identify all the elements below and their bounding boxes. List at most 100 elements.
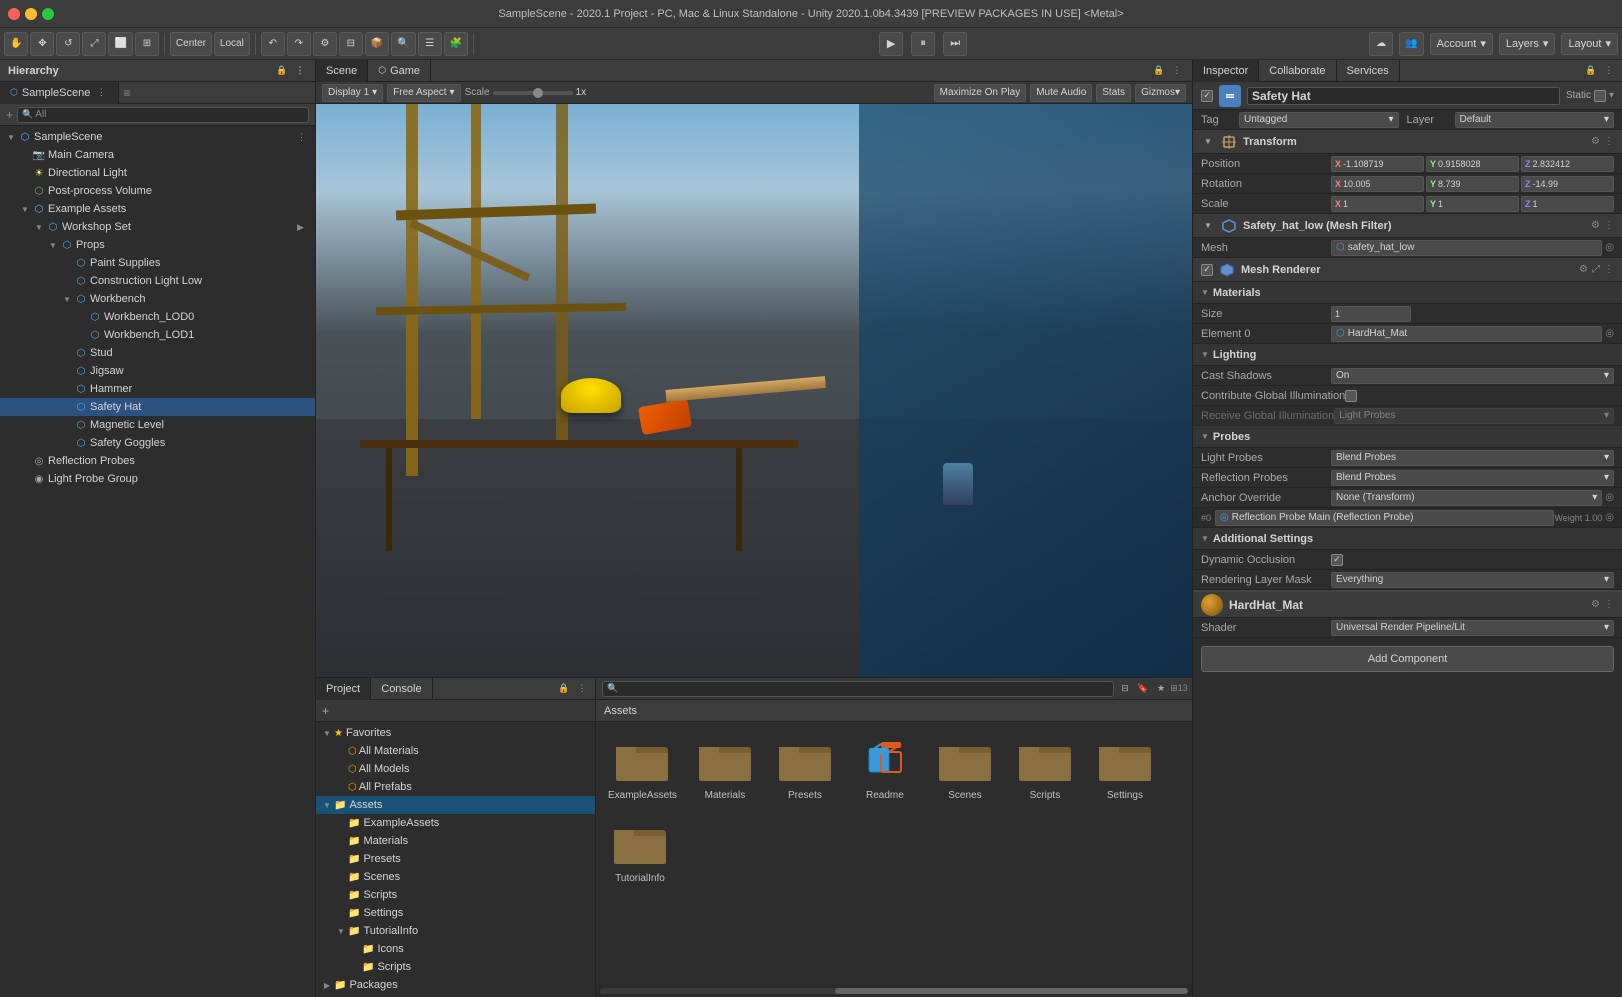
proj-icons[interactable]: 📁 Icons [316, 940, 595, 958]
hardhat-settings-icon[interactable]: ⚙ [1591, 599, 1600, 610]
settings-btn[interactable]: ⚙ [313, 32, 337, 56]
element0-field[interactable]: ⬡ HardHat_Mat [1331, 326, 1602, 342]
arrow-favorites[interactable]: ▼ [320, 729, 334, 738]
inspector-tab-collaborate[interactable]: Collaborate [1259, 60, 1336, 82]
anchor-override-dropdown[interactable]: None (Transform) ▾ [1331, 490, 1602, 506]
search-btn[interactable]: 🔍 [391, 32, 415, 56]
tree-item-workbench-lod0[interactable]: ⬡ Workbench_LOD0 [0, 308, 315, 326]
scrollbar-thumb[interactable] [835, 988, 1188, 994]
rotate-tool[interactable]: ↺ [56, 32, 80, 56]
shader-dropdown[interactable]: Universal Render Pipeline/Lit ▾ [1331, 620, 1614, 636]
lighting-section[interactable]: ▼ Lighting [1193, 344, 1622, 366]
scene-tab-active[interactable]: ⬡ SampleScene ⋮ [0, 82, 119, 104]
scale-track[interactable] [493, 91, 573, 95]
tree-item-construction-light[interactable]: ⬡ Construction Light Low [0, 272, 315, 290]
arrow-packages[interactable]: ▶ [320, 981, 334, 990]
layers-dropdown[interactable]: Layers ▾ [1499, 33, 1556, 55]
project-tree[interactable]: ▼ ★ Favorites ⬡ All Materials ⬡ All Mode… [316, 722, 595, 997]
scale-thumb[interactable] [533, 88, 543, 98]
scrollbar-track[interactable] [600, 988, 1188, 994]
scale-z-field[interactable]: Z 1 [1521, 196, 1614, 212]
rot-z-field[interactable]: Z -14.99 [1521, 176, 1614, 192]
asset-scenes[interactable]: Scenes [929, 730, 1001, 805]
step-button[interactable]: ⏭ [943, 32, 967, 56]
pivot-btn[interactable]: Center [170, 32, 212, 56]
assets-star-btn[interactable]: ★ [1154, 682, 1168, 696]
hardhat-menu-icon[interactable]: ⋮ [1604, 599, 1614, 610]
assets-grid[interactable]: ExampleAssets Materials [596, 722, 1192, 985]
static-arrow[interactable]: ▾ [1609, 90, 1614, 101]
object-name-input[interactable] [1247, 87, 1560, 105]
asset-readme[interactable]: Readme [849, 730, 921, 805]
inspector-tab-services[interactable]: Services [1337, 60, 1400, 82]
proj-tutorialinfo[interactable]: ▼ 📁 TutorialInfo [316, 922, 595, 940]
rot-y-field[interactable]: Y 8.739 [1426, 176, 1519, 192]
tree-item-jigsaw[interactable]: ⬡ Jigsaw [0, 362, 315, 380]
mesh-filter-settings-icon[interactable]: ⚙ [1591, 220, 1600, 231]
tree-item-safety-goggles[interactable]: ⬡ Safety Goggles [0, 434, 315, 452]
proj-materials[interactable]: 📁 Materials [316, 832, 595, 850]
rot-x-field[interactable]: X 10.005 [1331, 176, 1424, 192]
scale-y-field[interactable]: Y 1 [1426, 196, 1519, 212]
layers-shortcut[interactable]: ☰ [418, 32, 442, 56]
tree-item-samplescene[interactable]: ▼ ⬡ SampleScene ⋮ [0, 128, 315, 146]
scene-options[interactable]: ⋮ [94, 86, 108, 100]
arrow-props[interactable]: ▼ [46, 236, 60, 254]
fullscreen-btn[interactable] [42, 8, 54, 20]
account-dropdown[interactable]: Account ▾ [1430, 33, 1493, 55]
receive-gi-dropdown[interactable]: Light Probes ▾ [1334, 408, 1614, 424]
more-workshop-set[interactable]: ▶ [297, 222, 311, 233]
mesh-value-field[interactable]: ⬡ safety_hat_low [1331, 240, 1602, 256]
tree-item-hammer[interactable]: ⬡ Hammer [0, 380, 315, 398]
hierarchy-add[interactable]: + [6, 108, 13, 122]
cloud-btn[interactable]: ☁ [1369, 32, 1393, 56]
mesh-renderer-expand-icon[interactable]: ⤢ [1592, 264, 1600, 275]
inspector-lock[interactable]: 🔒 [1584, 64, 1598, 78]
game-view-tab[interactable]: ⬡ Game [368, 60, 431, 82]
tree-item-directional-light[interactable]: ☀ Directional Light [0, 164, 315, 182]
transform-settings-icon[interactable]: ⚙ [1591, 136, 1600, 147]
scene-viewport[interactable] [316, 104, 1192, 677]
asset-tutorialinfo[interactable]: TutorialInfo [604, 813, 676, 888]
rendering-layer-dropdown[interactable]: Everything ▾ [1331, 572, 1614, 588]
mesh-renderer-checkbox[interactable]: ✓ [1201, 264, 1213, 276]
asset-example-assets[interactable]: ExampleAssets [604, 730, 681, 805]
arrow-example-assets[interactable]: ▼ [18, 200, 32, 218]
viewport-lock[interactable]: 🔒 [1152, 64, 1166, 78]
maximize-on-play[interactable]: Maximize On Play [934, 84, 1027, 102]
tag-dropdown[interactable]: Untagged ▾ [1239, 112, 1399, 128]
proj-example-assets[interactable]: 📁 ExampleAssets [316, 814, 595, 832]
transform-arrow[interactable]: ▼ [1201, 133, 1215, 151]
transform-tool[interactable]: ⊞ [135, 32, 159, 56]
proj-assets[interactable]: ▼ 📁 Assets [316, 796, 595, 814]
tree-item-workshop-set[interactable]: ▼ ⬡ Workshop Set ▶ [0, 218, 315, 236]
additional-settings-section[interactable]: ▼ Additional Settings [1193, 528, 1622, 550]
stats-btn[interactable]: Stats [1096, 84, 1131, 102]
minimize-btn[interactable] [25, 8, 37, 20]
scale-x-field[interactable]: X 1 [1331, 196, 1424, 212]
proj-all-prefabs[interactable]: ⬡ All Prefabs [316, 778, 595, 796]
mesh-renderer-settings-icon[interactable]: ⚙ [1579, 264, 1588, 275]
project-add-btn[interactable]: + [322, 704, 329, 718]
rect-tool[interactable]: ⬜ [108, 32, 132, 56]
all-scenes-btn[interactable]: ≡ [119, 86, 134, 100]
aspect-dropdown[interactable]: Free Aspect ▾ [387, 84, 460, 102]
mesh-target-icon[interactable]: ◎ [1605, 242, 1614, 253]
static-checkbox[interactable] [1594, 90, 1606, 102]
proj-scripts[interactable]: 📁 Scripts [316, 886, 595, 904]
inspector-menu[interactable]: ⋮ [1602, 64, 1616, 78]
anchor-ref-field[interactable]: ◎ Reflection Probe Main (Reflection Prob… [1215, 510, 1554, 526]
scale-tool[interactable]: ⤢ [82, 32, 106, 56]
viewport-menu[interactable]: ⋮ [1170, 64, 1184, 78]
asset-scripts[interactable]: Scripts [1009, 730, 1081, 805]
pos-x-field[interactable]: X -1.108719 [1331, 156, 1424, 172]
tree-item-example-assets[interactable]: ▼ ⬡ Example Assets [0, 200, 315, 218]
contrib-gi-checkbox[interactable] [1345, 390, 1357, 402]
mute-audio[interactable]: Mute Audio [1030, 84, 1092, 102]
project-lock[interactable]: 🔒 [557, 682, 571, 696]
transform-menu-icon[interactable]: ⋮ [1604, 136, 1614, 147]
probes-section[interactable]: ▼ Probes [1193, 426, 1622, 448]
proj-settings[interactable]: 📁 Settings [316, 904, 595, 922]
layout-dropdown[interactable]: Layout ▾ [1561, 33, 1618, 55]
proj-packages[interactable]: ▶ 📁 Packages [316, 976, 595, 994]
